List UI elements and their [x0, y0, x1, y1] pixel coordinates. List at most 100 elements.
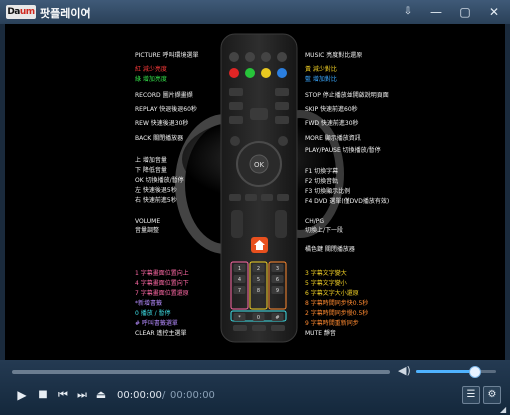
guide-left-label: 1 字幕畫面位置向上: [135, 270, 189, 277]
guide-right-label: 2 字幕時間同步慢0.5秒: [305, 310, 369, 317]
title-bar[interactable]: Daum 팟플레이어 ▾ ⇩ — ▢ ✕: [0, 0, 510, 24]
close-button[interactable]: ✕: [486, 4, 502, 20]
guide-right-label: F4 DVD 選單(僅DVD播放有效): [305, 198, 390, 205]
guide-right-label: 藍 增加對比: [305, 76, 337, 83]
volume-rocker: [231, 210, 243, 238]
music-button-shape: [277, 52, 287, 62]
replay-key: [229, 102, 243, 110]
blue-key: [277, 68, 287, 78]
guide-right-label: MORE 顯示播放資訊: [305, 135, 361, 142]
guide-left-label: 右 快速前進5秒: [135, 197, 177, 204]
guide-right-label: 黃 減少對比: [305, 66, 337, 73]
guide-left-label: 綠 增加亮度: [135, 76, 167, 83]
info-key: [278, 136, 288, 146]
video-button-shape: [261, 52, 271, 62]
guide-right-label: F2 切換音軌: [305, 178, 339, 185]
play-key: [250, 108, 268, 120]
guide-right-label: 橘色鍵 關閉播放器: [305, 246, 355, 253]
guide-left-label: 下 降低音量: [135, 167, 167, 174]
record-key: [229, 88, 243, 96]
guide-left-label: REPLAY 快退後退60秒: [135, 106, 197, 113]
play-button[interactable]: ▶: [14, 387, 30, 403]
minimize-button[interactable]: —: [428, 4, 444, 20]
settings-button[interactable]: ⚙: [483, 386, 501, 404]
power-button-shape: [229, 52, 239, 62]
video-area[interactable]: OK 1 2 3 4 5 6 7 8 9 * 0 # PICTURE 呼叫環境選單紅 減少亮度綠 增加…: [5, 24, 505, 360]
guide-right-label: MUSIC 亮度對比還原: [305, 52, 363, 59]
guide-right-label: 6 字幕文字大小還原: [305, 290, 359, 297]
guide-left-label: 0 播放 / 暫停: [135, 310, 171, 317]
numpad-key-label: 8: [257, 288, 260, 294]
numpad-key-label: 0: [257, 315, 260, 321]
guide-right-label: PLAY/PAUSE 切換播放/暫停: [305, 147, 381, 154]
eject-button[interactable]: ⏏: [93, 387, 109, 403]
time-current: 00:00:00: [117, 390, 162, 401]
guide-left-label: PICTURE 呼叫環境選單: [135, 52, 199, 59]
volume-thumb[interactable]: [468, 366, 481, 378]
back-key: [230, 136, 240, 146]
green-key: [245, 68, 255, 78]
guide-left-label: 音量調整: [135, 227, 160, 234]
remote-illustration: OK 1 2 34 5 67 8 9* 0 #: [175, 33, 344, 343]
enter-key: [252, 325, 266, 331]
time-separator: /: [162, 390, 166, 401]
guide-left-label: VOLUME: [135, 218, 161, 225]
time-total: 00:00:00: [170, 390, 215, 401]
numpad-key-label: 9: [276, 288, 279, 294]
guide-left-label: CLEAR 遙控主選單: [135, 330, 187, 337]
next-button[interactable]: ⏭: [74, 387, 90, 403]
previous-button[interactable]: ⏮: [55, 387, 71, 403]
f3-key: [261, 194, 273, 201]
mute-key: [271, 325, 285, 331]
guide-right-label: 8 字幕時間同步快0.5秒: [305, 300, 369, 307]
potplayer-window: Daum 팟플레이어 ▾ ⇩ — ▢ ✕ OK 1 2 3 4 5 6 7 8 …: [0, 0, 510, 415]
guide-left-label: BACK 關閉播放器: [135, 135, 184, 142]
guide-left-label: OK 切換播放/暫停: [135, 177, 184, 184]
numpad-key-label: 6: [276, 277, 279, 283]
numpad-key-label: 7: [238, 288, 241, 294]
guide-right-label: 5 字幕文字變小: [305, 280, 347, 287]
stop-button[interactable]: ■: [35, 387, 51, 403]
guide-right-label: CH/PG: [305, 218, 324, 225]
rew-key: [229, 116, 243, 124]
logo-text-b: um: [19, 7, 35, 17]
numpad-key-label: #: [275, 315, 279, 321]
numpad-key-label: 1: [238, 266, 241, 272]
guide-right-label: F1 切換字幕: [305, 168, 339, 175]
guide-right-label: 切換上/下一段: [305, 227, 344, 234]
f4-key: [277, 194, 289, 201]
skip-key: [275, 102, 289, 110]
numpad-key-label: 5: [257, 277, 260, 283]
guide-left-label: 上 增加音量: [135, 157, 167, 164]
fwd-key: [275, 116, 289, 124]
guide-right-label: 3 字幕文字變大: [305, 270, 347, 277]
speaker-icon[interactable]: ◀): [398, 364, 411, 377]
numpad-key-label: 3: [276, 266, 279, 272]
numpad-key-label: 4: [238, 277, 241, 283]
playlist-button[interactable]: ☰: [462, 386, 480, 404]
guide-right-label: 9 字幕時間重新同步: [305, 320, 359, 327]
guide-right-label: SKIP 快速前進60秒: [305, 106, 358, 113]
guide-right-label: STOP 停止播放並開啟說明頁面: [305, 92, 389, 99]
guide-left-label: # 呼叫書籤選單: [135, 320, 178, 327]
resize-grip-icon[interactable]: ◢: [500, 405, 508, 414]
guide-left-label: REW 快速後退30秒: [135, 120, 189, 127]
maximize-button[interactable]: ▢: [457, 4, 473, 20]
seek-bar[interactable]: [12, 370, 390, 374]
volume-fill: [416, 370, 474, 373]
pin-icon[interactable]: ⇩: [400, 4, 416, 20]
logo-text-a: Da: [7, 7, 20, 17]
guide-right-label: F3 切換顯示比例: [305, 188, 351, 195]
numpad-key-label: 2: [257, 266, 260, 272]
guide-left-label: RECORD 圖片擷畫擷: [135, 92, 193, 99]
chevron-down-icon[interactable]: ▾: [86, 7, 90, 16]
volume-slider[interactable]: [416, 366, 496, 378]
yellow-key: [261, 68, 271, 78]
stop-key: [275, 88, 289, 96]
guide-left-label: 7 字幕畫面位置還原: [135, 290, 189, 297]
daum-logo: Daum: [6, 5, 36, 19]
guide-right-label: FWD 快速前進30秒: [305, 120, 359, 127]
guide-left-label: 4 字幕畫面位置向下: [135, 280, 189, 287]
app-title[interactable]: 팟플레이어: [40, 5, 91, 21]
guide-left-label: 左 快速後退5秒: [135, 187, 177, 194]
